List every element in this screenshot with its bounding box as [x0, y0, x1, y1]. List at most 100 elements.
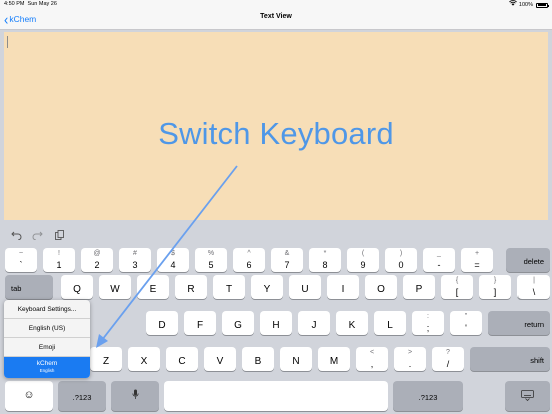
key-5-alt: % — [207, 250, 215, 257]
delete-key-label: delete — [523, 257, 544, 266]
key-g[interactable]: G — [222, 311, 254, 335]
key-3-main: 3 — [132, 260, 138, 270]
key-m[interactable]: M — [318, 347, 350, 371]
key-punct-bottom-0-main: , — [370, 359, 374, 369]
key-11[interactable]: _ - — [423, 248, 455, 272]
key-w[interactable]: W — [99, 275, 131, 299]
key-8-alt: * — [323, 250, 327, 257]
menu-item-kchem[interactable]: kChem English — [4, 357, 90, 378]
key-10-alt: ) — [399, 250, 403, 257]
key-bracket-0[interactable]: {[ — [441, 275, 473, 299]
annotation-text: Switch Keyboard — [158, 116, 394, 151]
key-punct-home-1[interactable]: " ' — [450, 311, 482, 335]
globe-key[interactable]: ☺ — [5, 381, 53, 411]
key-1[interactable]: ! 1 — [43, 248, 75, 272]
key-punct-bottom-1[interactable]: >. — [394, 347, 426, 371]
key-c[interactable]: C — [166, 347, 198, 371]
key-0-main: ` — [19, 260, 23, 270]
key-x[interactable]: X — [128, 347, 160, 371]
key-4[interactable]: $4 — [157, 248, 189, 272]
key-p-label: P — [415, 284, 423, 295]
redo-icon[interactable] — [30, 228, 44, 242]
hide-keyboard-key[interactable] — [505, 381, 550, 411]
key-l-label: L — [387, 320, 393, 331]
key-b-label: B — [254, 356, 262, 367]
paste-icon[interactable] — [52, 228, 66, 242]
key-p[interactable]: P — [403, 275, 435, 299]
key-r[interactable]: R — [175, 275, 207, 299]
key-3[interactable]: #3 — [119, 248, 151, 272]
space-bar[interactable] — [164, 381, 388, 411]
shift-key-label: shift — [530, 356, 544, 365]
key-z[interactable]: Z — [90, 347, 122, 371]
numbers-key-right[interactable]: .?123 — [393, 381, 463, 411]
key-k[interactable]: K — [336, 311, 368, 335]
menu-item-english-us[interactable]: English (US) — [4, 319, 90, 338]
key-h[interactable]: H — [260, 311, 292, 335]
key-bracket-0-alt: { — [455, 277, 459, 284]
key-punct-bottom-1-alt: > — [407, 349, 413, 356]
key-12-main: = — [474, 260, 480, 270]
key-5-main: 5 — [208, 260, 214, 270]
key-h-label: H — [272, 320, 280, 331]
key-r-label: R — [187, 284, 195, 295]
tab-key[interactable]: tab — [5, 275, 53, 299]
key-9-alt: ( — [361, 250, 365, 257]
undo-icon[interactable] — [9, 228, 23, 242]
key-9[interactable]: (9 — [347, 248, 379, 272]
key-0[interactable]: ~ ` — [5, 248, 37, 272]
key-i[interactable]: I — [327, 275, 359, 299]
key-f[interactable]: F — [184, 311, 216, 335]
emoji-icon: ☺ — [23, 389, 35, 401]
key-pipe[interactable]: | \ — [518, 275, 550, 299]
key-7[interactable]: & 7 — [271, 248, 303, 272]
delete-key[interactable]: delete — [506, 248, 550, 272]
numbers-key-left[interactable]: .?123 — [58, 381, 106, 411]
key-d[interactable]: D — [146, 311, 178, 335]
key-punct-home-1-alt: " — [464, 313, 468, 320]
key-t[interactable]: T — [213, 275, 245, 299]
dictation-key[interactable] — [111, 381, 159, 411]
key-o-label: O — [377, 284, 385, 295]
key-y[interactable]: Y — [251, 275, 283, 299]
key-c-label: C — [178, 356, 186, 367]
key-m-label: M — [329, 356, 339, 367]
key-q[interactable]: Q — [61, 275, 93, 299]
menu-item-emoji[interactable]: Emoji — [4, 338, 90, 357]
key-v-label: V — [216, 356, 224, 367]
key-bracket-1-main: ] — [493, 287, 497, 297]
key-u-label: U — [301, 284, 309, 295]
key-2[interactable]: @2 — [81, 248, 113, 272]
key-bracket-1[interactable]: }] — [479, 275, 511, 299]
key-5[interactable]: % 5 — [195, 248, 227, 272]
key-3-alt: # — [133, 250, 137, 257]
key-n[interactable]: N — [280, 347, 312, 371]
key-8-main: 8 — [322, 260, 328, 270]
key-8[interactable]: * 8 — [309, 248, 341, 272]
key-pipe-main: \ — [532, 287, 536, 297]
return-key-label: return — [524, 320, 544, 329]
key-12[interactable]: + = — [461, 248, 493, 272]
key-u[interactable]: U — [289, 275, 321, 299]
key-punct-home-0[interactable]: :; — [412, 311, 444, 335]
key-punct-bottom-2-main: / — [446, 359, 450, 369]
key-4-alt: $ — [171, 250, 175, 257]
key-i-label: I — [341, 284, 345, 295]
key-v[interactable]: V — [204, 347, 236, 371]
shift-key[interactable]: shift — [470, 347, 550, 371]
key-b[interactable]: B — [242, 347, 274, 371]
key-l[interactable]: L — [374, 311, 406, 335]
key-o[interactable]: O — [365, 275, 397, 299]
key-punct-bottom-2[interactable]: ? / — [432, 347, 464, 371]
key-10[interactable]: ) 0 — [385, 248, 417, 272]
key-e[interactable]: E — [137, 275, 169, 299]
key-7-alt: & — [284, 250, 290, 257]
text-view[interactable]: Switch Keyboard — [4, 32, 548, 220]
key-6[interactable]: ^ 6 — [233, 248, 265, 272]
menu-item-keyboard-settings[interactable]: Keyboard Settings... — [4, 300, 90, 319]
key-j[interactable]: J — [298, 311, 330, 335]
key-2-alt: @ — [93, 250, 101, 257]
key-punct-bottom-0[interactable]: <, — [356, 347, 388, 371]
return-key[interactable]: return — [488, 311, 550, 335]
key-w-label: W — [110, 284, 120, 295]
